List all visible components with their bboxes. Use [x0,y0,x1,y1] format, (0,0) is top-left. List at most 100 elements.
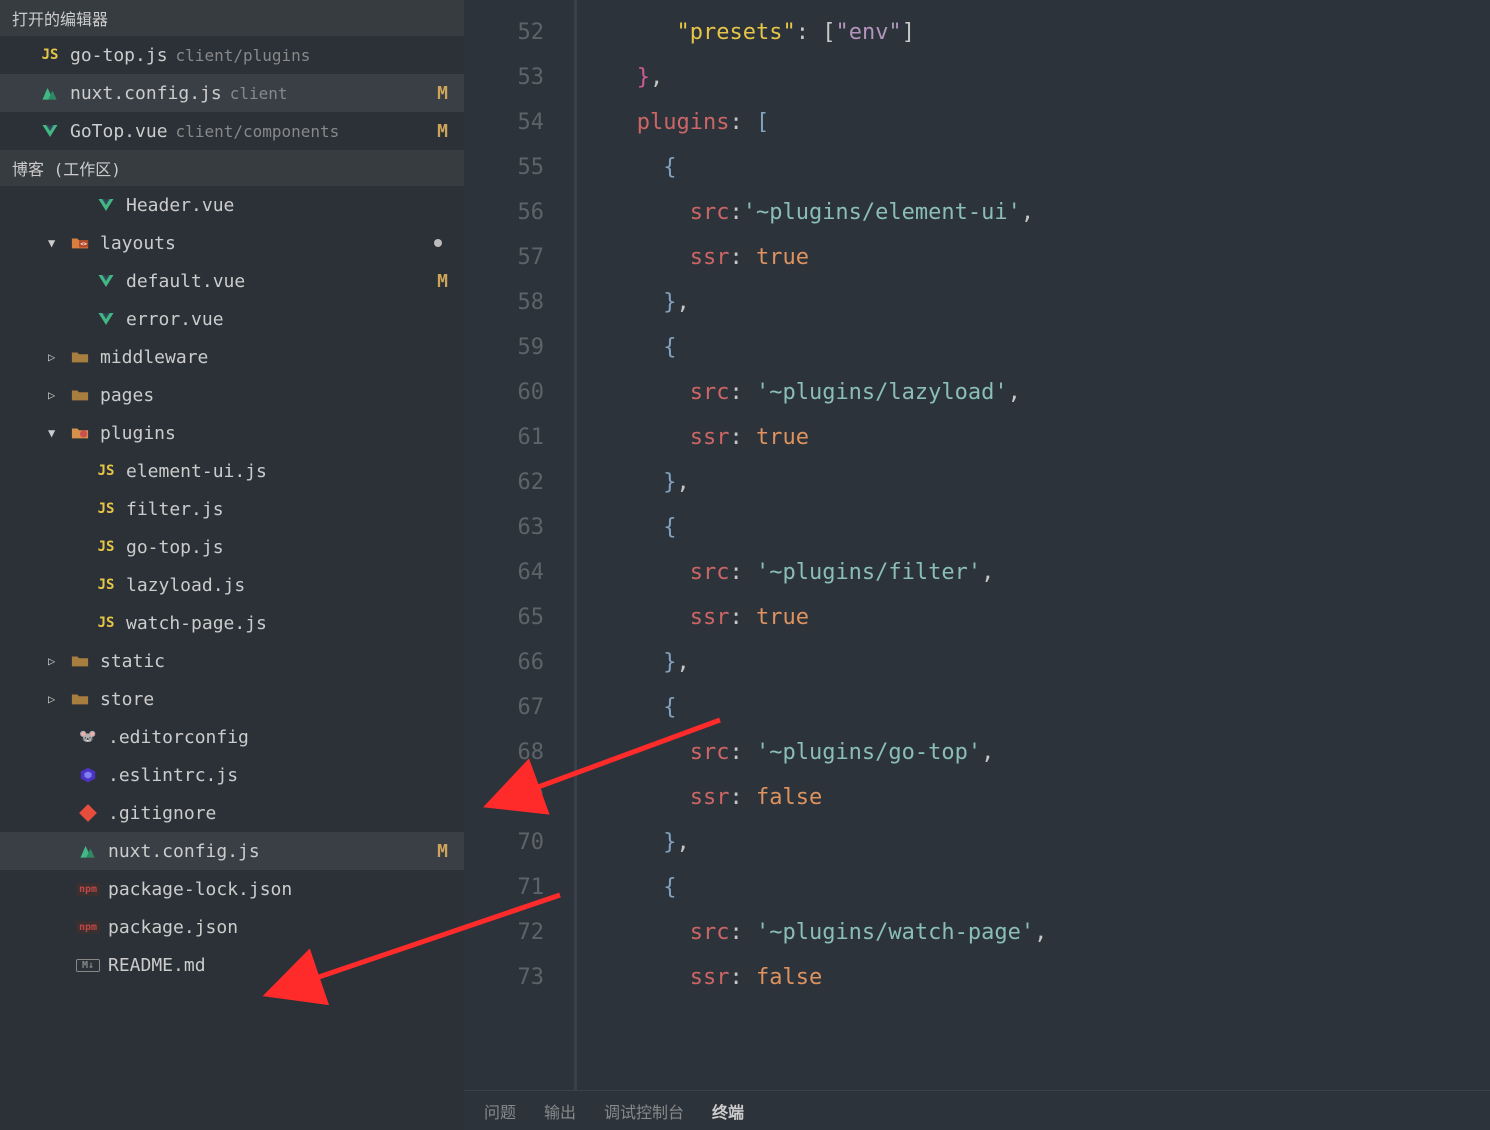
code-line[interactable]: }, [597,820,1490,865]
tree-item[interactable]: ▷store [0,680,464,718]
tree-item[interactable]: 🐭 .editorconfig [0,718,464,756]
file-name: .gitignore [108,803,216,824]
git-icon [76,804,100,822]
line-number: 56 [464,190,544,235]
open-editors-header[interactable]: 打开的编辑器 [0,0,464,36]
line-number: 53 [464,55,544,100]
panel-tab[interactable]: 问题 [484,1099,516,1123]
code-line[interactable]: src: '~plugins/go-top', [597,730,1490,775]
editor-content[interactable]: 5253545556575859606162636465666768697071… [464,0,1490,1090]
md-icon: M↓ [76,959,100,972]
line-number: 68 [464,730,544,775]
code-line[interactable]: src:'~plugins/element-ui', [597,190,1490,235]
tree-item[interactable]: npmpackage.json [0,908,464,946]
file-name: README.md [108,955,206,976]
workspace-header[interactable]: 博客 (工作区) [0,150,464,186]
folder-icon: <> [68,236,92,250]
open-editor-item[interactable]: GoTop.vueclient/componentsM [0,112,464,150]
terminal-panel-tabs: 问题 输出 调试控制台 终端 [464,1090,1490,1130]
code-line[interactable]: { [597,505,1490,550]
code-line[interactable]: { [597,685,1490,730]
line-number: 67 [464,685,544,730]
tree-item[interactable]: ▼ <> layouts [0,224,464,262]
open-editors-list: JSgo-top.jsclient/plugins nuxt.config.js c… [0,36,464,150]
tree-item[interactable]: Header.vue [0,186,464,224]
tree-item[interactable]: default.vueM [0,262,464,300]
tree-item[interactable]: JS filter.js [0,490,464,528]
file-name: lazyload.js [126,575,245,596]
tree-item[interactable]: error.vue [0,300,464,338]
chevron-down-icon: ▼ [48,426,62,440]
code-line[interactable]: plugins: [ [597,100,1490,145]
tree-item[interactable]: JSwatch-page.js [0,604,464,642]
folder-icon [68,692,92,706]
tree-item[interactable]: JSlazyload.js [0,566,464,604]
code-line[interactable]: { [597,865,1490,910]
code-line[interactable]: ssr: true [597,235,1490,280]
file-name: pages [100,385,154,406]
code-line[interactable]: ssr: false [597,955,1490,1000]
code-line[interactable]: }, [597,55,1490,100]
open-editor-item[interactable]: nuxt.config.js client M [0,74,464,112]
file-name: nuxt.config.js [108,841,260,862]
file-name: package-lock.json [108,879,292,900]
npm-icon: npm [76,883,100,896]
code-line[interactable]: ssr: false [597,775,1490,820]
code-line[interactable]: src: '~plugins/lazyload', [597,370,1490,415]
panel-tab[interactable]: 输出 [544,1099,576,1123]
modified-badge: M [437,83,448,104]
file-name: filter.js [126,499,224,520]
code-line[interactable]: { [597,325,1490,370]
line-number: 60 [464,370,544,415]
line-number: 64 [464,550,544,595]
code-line[interactable]: src: '~plugins/watch-page', [597,910,1490,955]
open-editor-item[interactable]: JSgo-top.jsclient/plugins [0,36,464,74]
chevron-down-icon: ▼ [48,236,62,250]
nuxt-icon [76,843,100,859]
chevron-right-icon: ▷ [48,350,62,364]
tree-item[interactable]: JSelement-ui.js [0,452,464,490]
code-line[interactable]: }, [597,280,1490,325]
dirty-dot [434,239,442,247]
tree-item[interactable]: ▷middleware [0,338,464,376]
panel-tab[interactable]: 调试控制台 [604,1099,684,1123]
line-number: 59 [464,325,544,370]
code-line[interactable]: { [597,145,1490,190]
file-name: package.json [108,917,238,938]
code-line[interactable]: }, [597,460,1490,505]
tree-item[interactable]: .gitignore [0,794,464,832]
file-name: go-top.js [126,537,224,558]
code-line[interactable]: }, [597,640,1490,685]
tree-item[interactable]: .eslintrc.js [0,756,464,794]
chevron-right-icon: ▷ [48,654,62,668]
tree-item[interactable]: JSgo-top.js [0,528,464,566]
line-number: 72 [464,910,544,955]
code-line[interactable]: src: '~plugins/filter', [597,550,1490,595]
line-number: 61 [464,415,544,460]
file-name: layouts [100,233,176,254]
tree-item[interactable]: ▷ static [0,642,464,680]
tree-item[interactable]: nuxt.config.jsM [0,832,464,870]
folder-icon [68,426,92,440]
line-number: 69 [464,775,544,820]
file-name: .editorconfig [108,727,249,748]
code-line[interactable]: ssr: true [597,595,1490,640]
file-name: nuxt.config.js [70,83,222,104]
vue-icon [94,273,118,289]
tree-item[interactable]: ▷pages [0,376,464,414]
line-number: 54 [464,100,544,145]
code-line[interactable]: ssr: true [597,415,1490,460]
tree-item[interactable]: M↓ README.md [0,946,464,984]
file-name: Header.vue [126,195,234,216]
code-line[interactable]: "presets": ["env"] [597,10,1490,55]
js-icon: JS [94,501,118,517]
editorconfig-icon: 🐭 [76,729,100,745]
file-path: client/components [176,122,340,141]
panel-tab[interactable]: 终端 [712,1099,744,1123]
tree-item[interactable]: npm package-lock.json [0,870,464,908]
vue-icon [94,197,118,213]
code-area[interactable]: "presets": ["env"] }, plugins: [ { src:'… [574,0,1490,1090]
tree-item[interactable]: ▼plugins [0,414,464,452]
file-path: client [230,84,288,103]
file-name: static [100,651,165,672]
